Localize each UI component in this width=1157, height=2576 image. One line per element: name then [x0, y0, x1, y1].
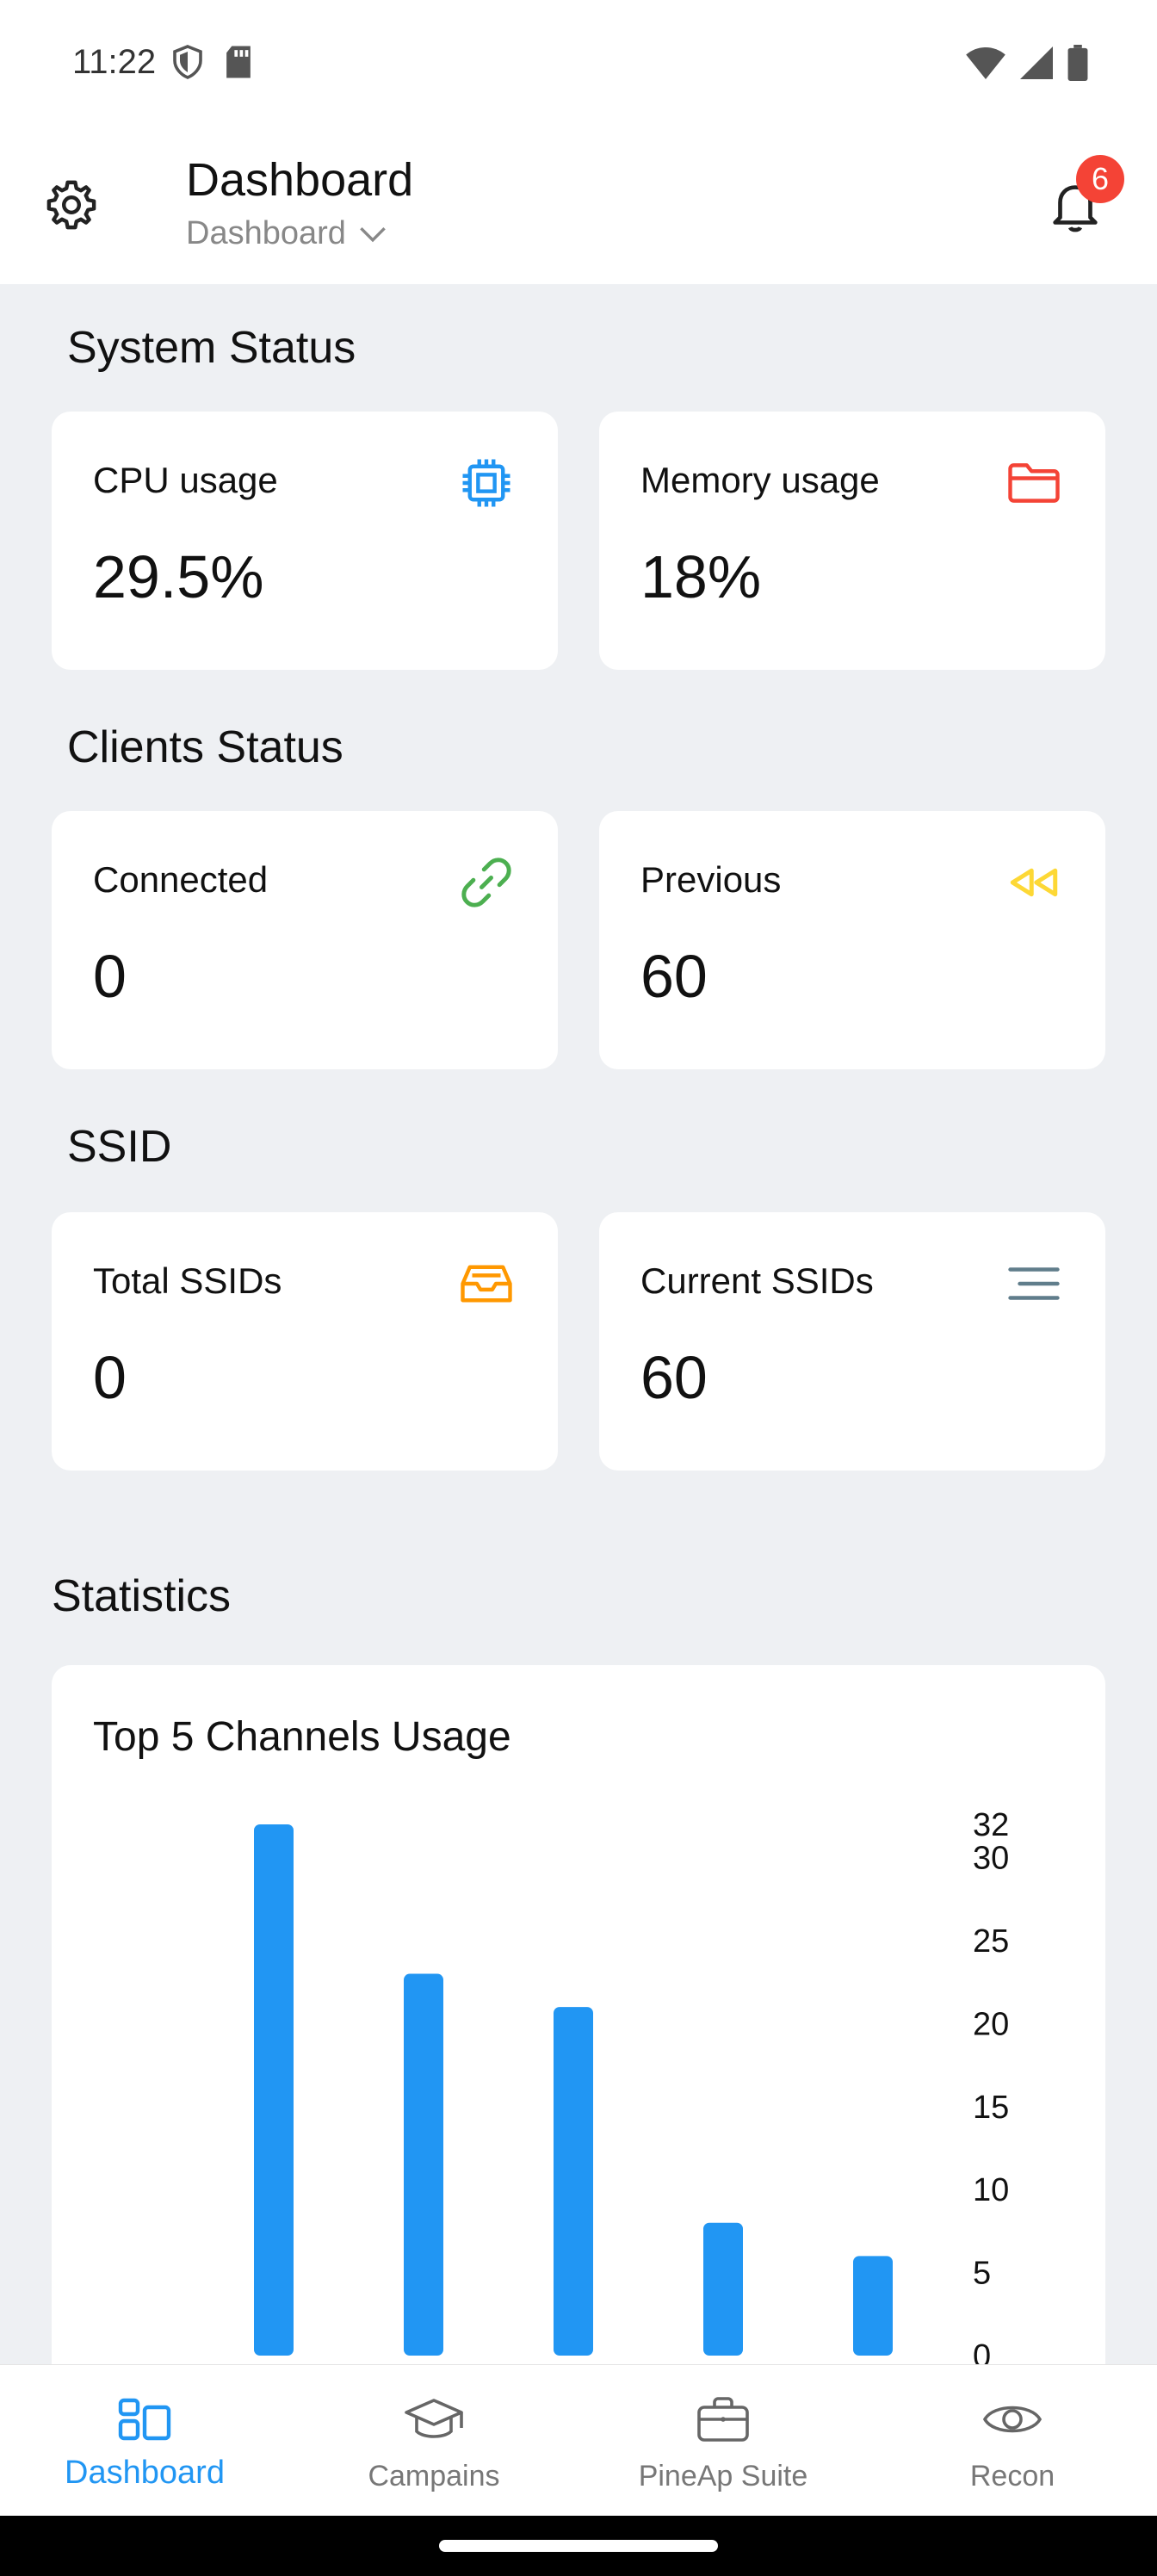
- nav-label: PineAp Suite: [638, 2460, 808, 2492]
- memory-usage-card[interactable]: Memory usage 18%: [599, 412, 1105, 670]
- app-bar: Dashboard Dashboard 6: [0, 129, 1157, 284]
- connected-clients-card[interactable]: Connected 0: [52, 811, 558, 1069]
- section-title-ssid: SSID: [67, 1122, 172, 1172]
- card-label: Connected: [93, 859, 269, 900]
- briefcase-icon: [697, 2397, 749, 2442]
- status-right-icons: [966, 45, 1088, 81]
- y-tick-label: 32: [973, 1807, 1009, 1843]
- status-left-icons: [172, 45, 253, 79]
- y-tick-label: 20: [973, 2006, 1009, 2042]
- dashboard-selector-label: Dashboard: [186, 215, 346, 251]
- dashboard-content: System Status CPU usage 29.5% Memory usa…: [0, 284, 1157, 2364]
- home-gesture-handle[interactable]: [439, 2540, 718, 2552]
- card-label: CPU usage: [93, 460, 278, 500]
- nav-item-recon[interactable]: Recon: [868, 2365, 1157, 2517]
- nav-label: Campains: [368, 2460, 500, 2492]
- nav-item-campains[interactable]: Campains: [289, 2365, 578, 2517]
- y-tick-label: 0: [973, 2338, 991, 2364]
- cell-signal-icon: [1020, 46, 1053, 79]
- channels-bar-chart: 61118705101520253032: [254, 1807, 1009, 2364]
- bar-channel-8: [703, 2222, 743, 2356]
- status-bar: 11:22: [0, 0, 1157, 129]
- page-title: Dashboard: [186, 154, 414, 206]
- y-tick-label: 10: [973, 2172, 1009, 2208]
- card-label: Memory usage: [640, 460, 880, 500]
- nav-label: Recon: [969, 2460, 1055, 2492]
- section-title-statistics: Statistics: [52, 1571, 232, 1621]
- settings-gear-icon[interactable]: [43, 176, 100, 233]
- card-value: 60: [640, 943, 708, 1010]
- chevron-down-icon: [360, 226, 386, 242]
- bar-channel-11: [554, 2007, 593, 2356]
- card-label: Total SSIDs: [93, 1260, 282, 1301]
- y-tick-label: 15: [973, 2090, 1009, 2126]
- previous-clients-card[interactable]: Previous 60: [599, 811, 1105, 1069]
- bar-channel-6: [254, 1824, 294, 2356]
- dashboard-icon: [118, 2398, 171, 2441]
- channels-chart-card: Top 5 Channels Usage 6111870510152025303…: [52, 1665, 1105, 2364]
- inbox-icon: [461, 1265, 512, 1303]
- notification-badge: 6: [1076, 155, 1124, 203]
- card-label: Current SSIDs: [640, 1260, 874, 1301]
- section-title-clients: Clients Status: [67, 722, 343, 772]
- graduation-cap-icon: [405, 2399, 463, 2438]
- card-value: 60: [640, 1344, 708, 1411]
- shield-icon: [173, 45, 202, 79]
- sd-card-icon: [226, 46, 251, 78]
- card-value: 18%: [640, 543, 762, 610]
- folder-icon: [1008, 463, 1060, 503]
- card-value: 0: [93, 1344, 127, 1411]
- cpu-usage-card[interactable]: CPU usage 29.5%: [52, 412, 558, 670]
- rewind-icon: [1010, 868, 1058, 897]
- y-tick-label: 30: [973, 1841, 1009, 1877]
- menu-lines-icon: [1008, 1267, 1060, 1300]
- card-label: Previous: [640, 859, 782, 900]
- cpu-icon: [462, 459, 510, 507]
- card-value: 0: [93, 943, 127, 1010]
- section-title-system: System Status: [67, 323, 356, 373]
- wifi-icon: [966, 46, 1005, 79]
- total-ssids-card[interactable]: Total SSIDs 0: [52, 1212, 558, 1471]
- dashboard-selector[interactable]: Dashboard: [186, 215, 387, 252]
- nav-item-dashboard[interactable]: Dashboard: [0, 2365, 289, 2517]
- gesture-bar: [0, 2516, 1157, 2576]
- battery-icon: [1067, 45, 1088, 81]
- card-value: 29.5%: [93, 543, 264, 610]
- nav-item-pineap-suite[interactable]: PineAp Suite: [578, 2365, 868, 2517]
- link-icon: [461, 858, 511, 907]
- nav-label: Dashboard: [65, 2455, 225, 2491]
- current-ssids-card[interactable]: Current SSIDs 60: [599, 1212, 1105, 1471]
- bottom-navigation: Dashboard Campains PineAp Suite Recon: [0, 2364, 1157, 2516]
- status-time: 11:22: [72, 43, 157, 81]
- bar-channel-7: [853, 2256, 893, 2356]
- bar-channel-1: [404, 1973, 443, 2356]
- y-tick-label: 25: [973, 1923, 1009, 1960]
- y-tick-label: 5: [973, 2256, 991, 2292]
- eye-icon: [982, 2406, 1043, 2433]
